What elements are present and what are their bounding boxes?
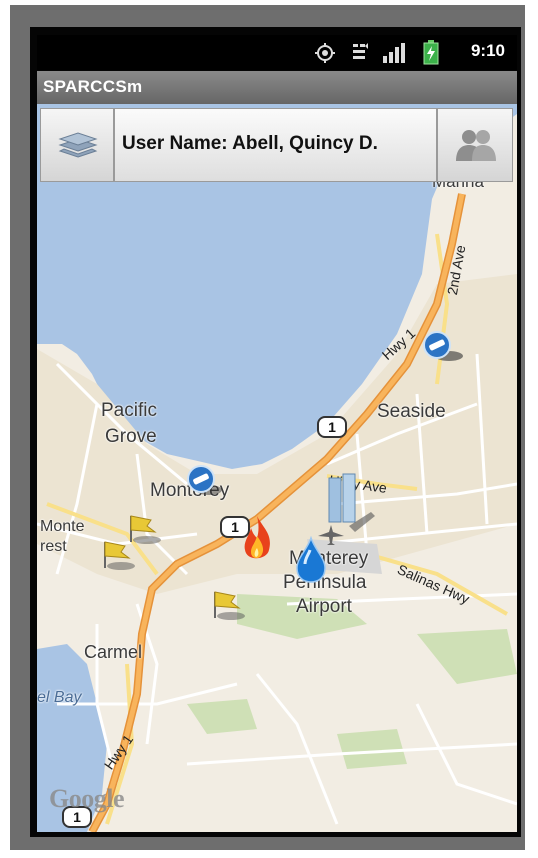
label-rest: rest [40, 538, 67, 555]
map-view[interactable]: Marina Pacific Grove Seaside Monterey Mo… [37, 104, 517, 832]
police-badge-marker[interactable] [421, 330, 465, 364]
yellow-flag-marker[interactable] [209, 588, 249, 622]
user-toolbar: User Name: Abell, Quincy D. [40, 108, 514, 184]
group-button[interactable] [437, 108, 513, 182]
label-seaside: Seaside [377, 401, 446, 422]
label-grove: Grove [105, 426, 157, 447]
app-title-bar: SPARCCSm [37, 71, 517, 104]
airplane-icon [318, 525, 344, 545]
route-shield: 1 [317, 416, 347, 438]
fire-marker[interactable] [237, 514, 277, 566]
police-badge-marker[interactable] [185, 464, 225, 498]
signal-bars-icon [383, 43, 405, 63]
map-canvas [37, 104, 517, 832]
battery-charging-icon [423, 40, 439, 65]
layers-button[interactable] [40, 108, 114, 182]
clock: 9:10 [470, 41, 505, 60]
group-icon [456, 130, 496, 161]
label-carmel: Carmel [84, 642, 143, 662]
status-bar: 9:10 [37, 35, 517, 70]
label-monte: Monte [40, 518, 85, 535]
user-name-label: User Name: Abell, Quincy D. [122, 133, 378, 154]
label-carmel-bay: el Bay [37, 689, 82, 706]
gps-icon [315, 43, 335, 63]
label-airport-line3: Airport [296, 596, 352, 617]
user-name-field: User Name: Abell, Quincy D. [114, 108, 437, 182]
signal-3g-icon [353, 43, 368, 59]
label-pacific: Pacific [101, 400, 157, 421]
google-attribution: Google [49, 784, 125, 813]
yellow-flag-marker[interactable] [99, 538, 139, 572]
park-area [337, 729, 407, 769]
layers-icon [58, 132, 98, 158]
app-title: SPARCCSm [43, 77, 143, 96]
